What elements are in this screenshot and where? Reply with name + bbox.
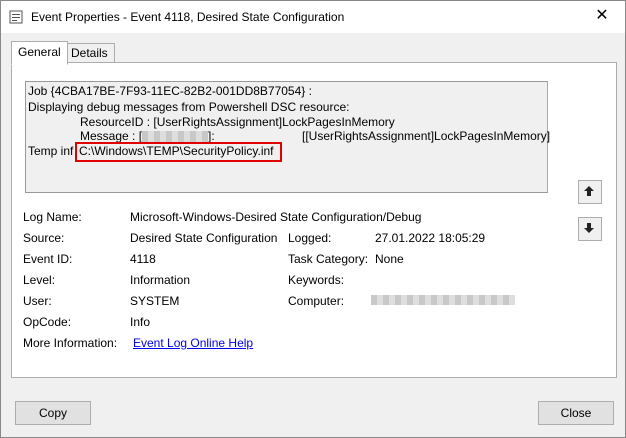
source-value: Desired State Configuration xyxy=(130,231,278,245)
next-event-button[interactable] xyxy=(578,217,602,241)
task-category-label: Task Category: xyxy=(288,252,369,266)
close-icon[interactable]: ✕ xyxy=(579,1,625,33)
log-name-value: Microsoft-Windows-Desired State Configur… xyxy=(130,210,422,224)
general-panel: Job {4CBA17BE-7F93-11EC-82B2-001DD8B7705… xyxy=(11,62,617,378)
user-label: User: xyxy=(23,294,52,308)
event-log-online-help-link[interactable]: Event Log Online Help xyxy=(133,336,253,350)
level-value: Information xyxy=(130,273,191,287)
level-label: Level: xyxy=(23,273,56,287)
tab-details[interactable]: Details xyxy=(64,43,115,62)
window-title: Event Properties - Event 4118, Desired S… xyxy=(31,10,345,24)
event-properties-window: Event Properties - Event 4118, Desired S… xyxy=(0,0,626,438)
message-prefix: Message : [ xyxy=(80,129,143,143)
copy-button[interactable]: Copy xyxy=(15,401,91,425)
red-highlight-box xyxy=(75,142,282,162)
task-category-value: None xyxy=(375,252,404,266)
message-line: Temp inf xyxy=(28,144,74,158)
source-label: Source: xyxy=(23,231,65,245)
more-information-label: More Information: xyxy=(23,336,118,350)
computer-label: Computer: xyxy=(288,294,345,308)
opcode-value: Info xyxy=(130,315,151,329)
opcode-label: OpCode: xyxy=(23,315,72,329)
message-line: ResourceID : [UserRightsAssignment]LockP… xyxy=(80,115,395,129)
close-button[interactable]: Close xyxy=(538,401,614,425)
message-suffix: ]: xyxy=(208,129,215,143)
event-viewer-icon xyxy=(9,10,23,24)
event-id-value: 4118 xyxy=(130,252,156,266)
log-name-label: Log Name: xyxy=(23,210,82,224)
message-line: Displaying debug messages from Powershel… xyxy=(28,100,350,114)
message-line: Message : []: xyxy=(80,129,215,143)
user-value: SYSTEM xyxy=(130,294,180,308)
redacted-computer-value xyxy=(371,295,515,305)
logged-value: 27.01.2022 18:05:29 xyxy=(375,231,486,245)
previous-event-button[interactable] xyxy=(578,180,602,204)
message-line: [[UserRightsAssignment]LockPagesInMemory… xyxy=(302,129,551,143)
message-line: Job {4CBA17BE-7F93-11EC-82B2-001DD8B7705… xyxy=(28,84,312,98)
keywords-label: Keywords: xyxy=(288,273,345,287)
event-id-label: Event ID: xyxy=(23,252,73,266)
title-bar: Event Properties - Event 4118, Desired S… xyxy=(1,1,625,33)
logged-label: Logged: xyxy=(288,231,332,245)
tab-general[interactable]: General xyxy=(11,41,68,65)
event-message-box[interactable]: Job {4CBA17BE-7F93-11EC-82B2-001DD8B7705… xyxy=(25,81,551,193)
